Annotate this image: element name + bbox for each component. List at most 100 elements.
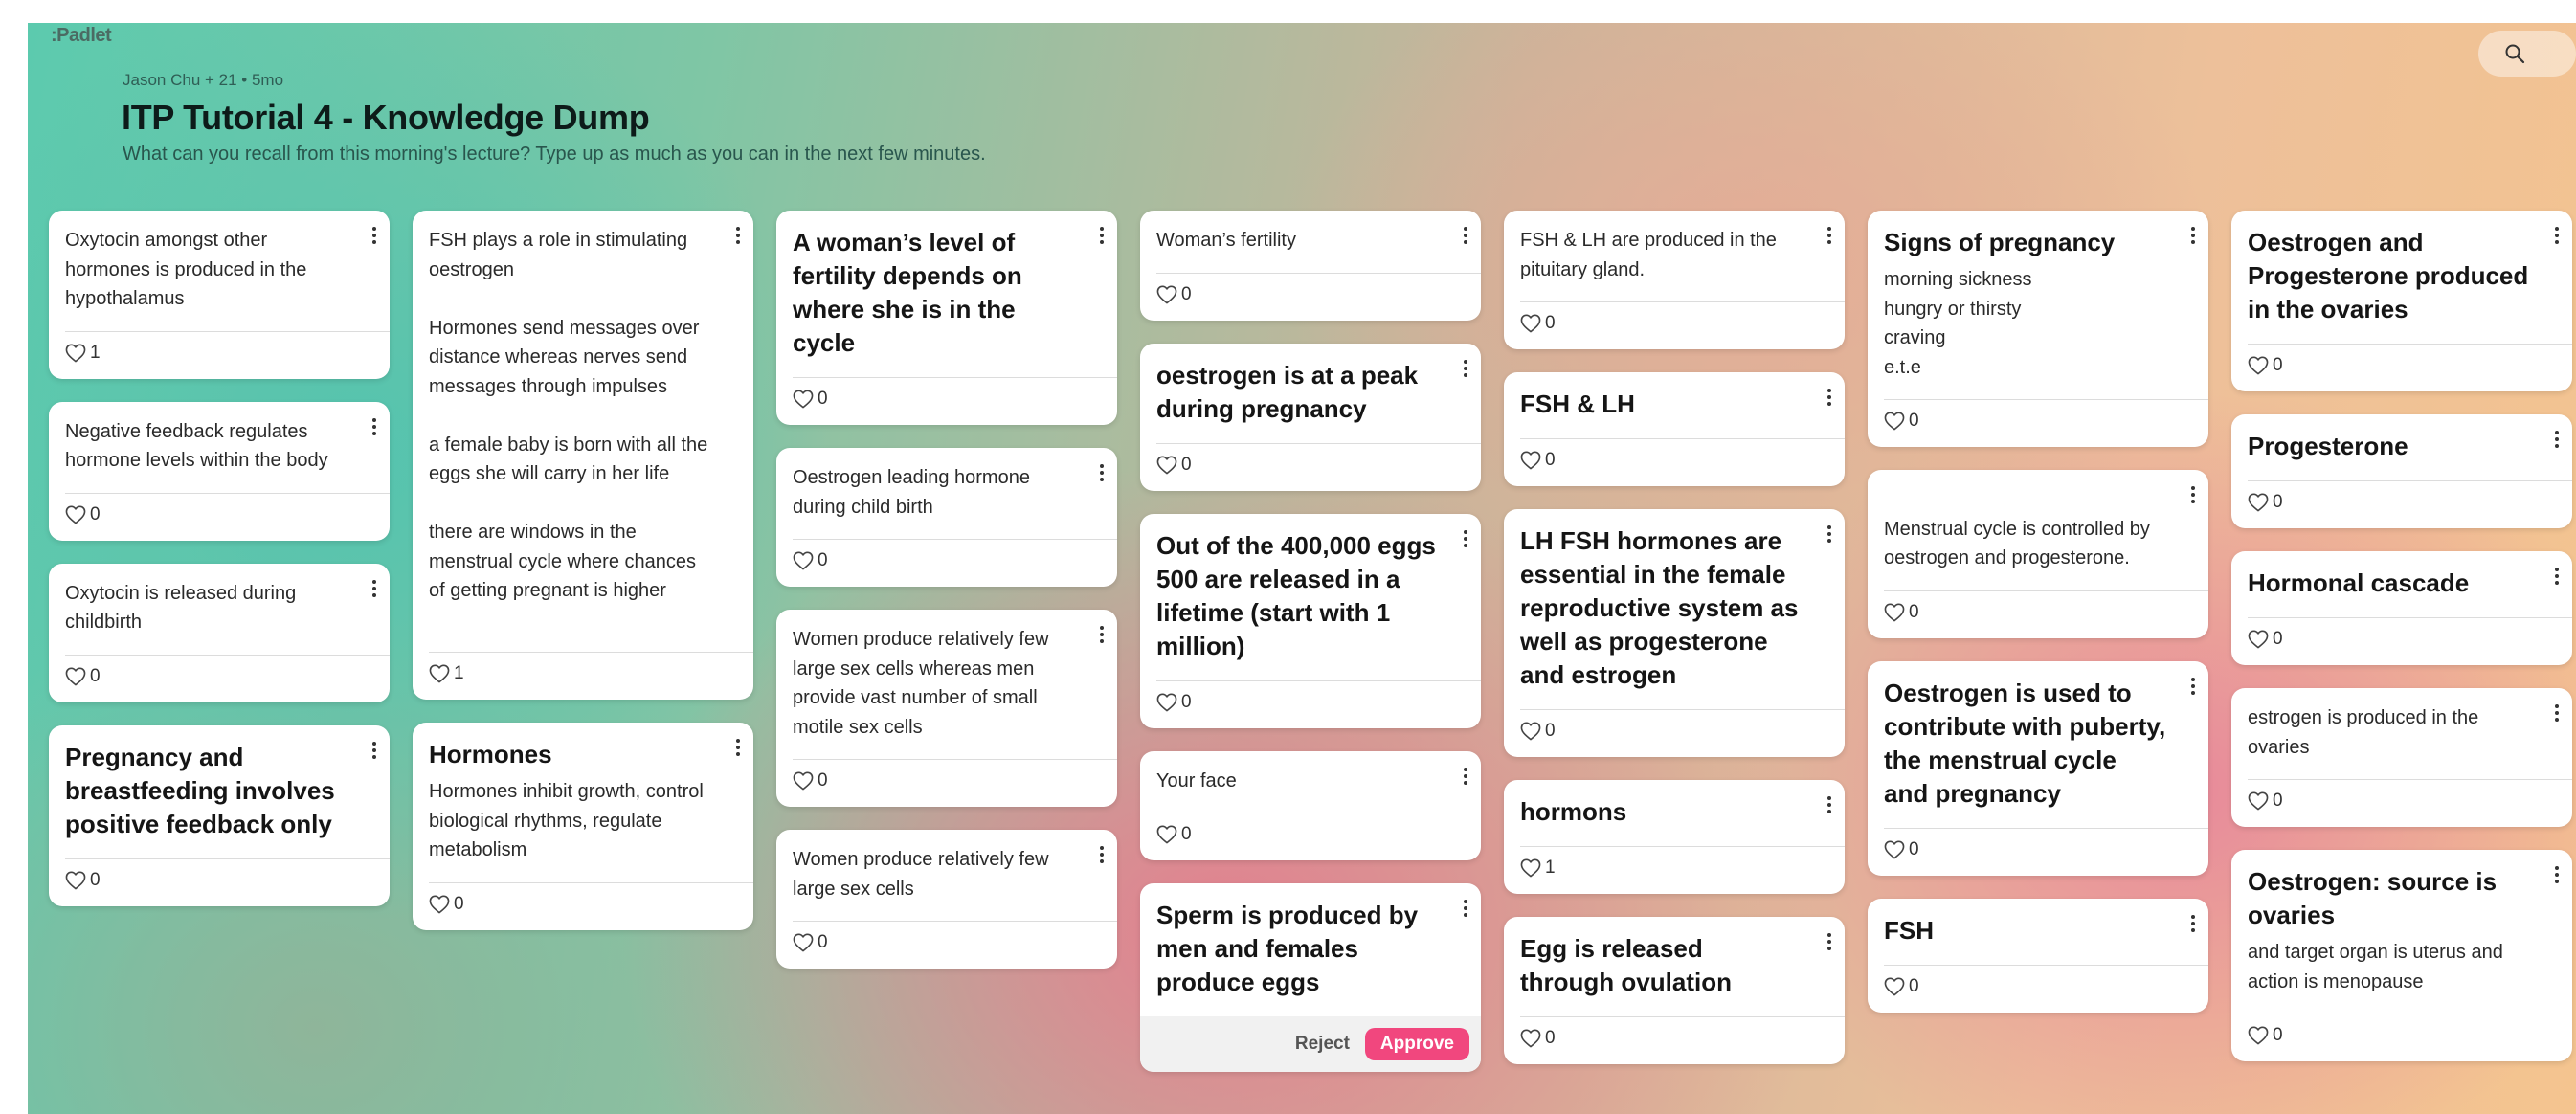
like-button[interactable]: 0 (1504, 1017, 1845, 1064)
more-options-icon[interactable] (1094, 843, 1109, 866)
more-options-icon[interactable] (1458, 527, 1473, 550)
like-button[interactable]: 0 (776, 378, 1117, 425)
more-options-icon[interactable] (1094, 623, 1109, 646)
more-options-icon[interactable] (2549, 224, 2565, 247)
like-button[interactable]: 0 (1504, 710, 1845, 757)
post-card[interactable]: FSH plays a role in stimulating oestroge… (413, 211, 753, 700)
more-options-icon[interactable] (1458, 357, 1473, 380)
like-button[interactable]: 1 (49, 332, 390, 379)
reject-button[interactable]: Reject (1295, 1034, 1350, 1055)
post-card[interactable]: Oxytocin amongst other hormones is produ… (49, 211, 390, 379)
board-title: ITP Tutorial 4 - Knowledge Dump (122, 98, 650, 137)
more-options-icon[interactable] (2185, 224, 2201, 247)
post-card[interactable]: FSH & LH 0 (1504, 372, 1845, 486)
like-button[interactable]: 0 (2231, 780, 2572, 827)
more-options-icon[interactable] (2549, 702, 2565, 724)
like-button[interactable]: 0 (49, 494, 390, 541)
like-button[interactable]: 0 (1140, 813, 1481, 860)
heart-icon (2248, 791, 2269, 811)
like-button[interactable]: 0 (776, 760, 1117, 807)
post-subject: Pregnancy and breastfeeding involves pos… (65, 742, 335, 838)
like-button[interactable]: 0 (2231, 618, 2572, 665)
post-card[interactable]: estrogen is produced in the ovaries 0 (2231, 688, 2572, 827)
like-button[interactable]: 0 (1868, 591, 2208, 638)
post-card[interactable]: oestrogen is at a peak during pregnancy 0 (1140, 343, 1481, 491)
post-card[interactable]: Progesterone 0 (2231, 414, 2572, 528)
post-card[interactable]: Negative feedback regulates hormone leve… (49, 401, 390, 541)
like-button[interactable]: 0 (2231, 1014, 2572, 1061)
more-options-icon[interactable] (367, 224, 382, 247)
post-card[interactable]: Signs of pregnancy morning sickness hungr… (1868, 211, 2208, 447)
like-button[interactable]: 0 (1504, 439, 1845, 486)
like-button[interactable]: 0 (776, 922, 1117, 969)
heart-icon (793, 933, 814, 952)
approve-button[interactable]: Approve (1364, 1028, 1469, 1060)
post-card[interactable]: FSH & LH are produced in the pituitary g… (1504, 211, 1845, 349)
like-count: 0 (2273, 1025, 2283, 1045)
like-button[interactable]: 0 (776, 540, 1117, 587)
like-button[interactable]: 1 (1504, 847, 1845, 894)
like-button[interactable]: 0 (49, 859, 390, 906)
more-options-icon[interactable] (1094, 224, 1109, 247)
like-count: 1 (1545, 858, 1556, 878)
post-card[interactable]: hormons 1 (1504, 780, 1845, 894)
post-subject: oestrogen is at a peak during pregnancy (1156, 360, 1419, 423)
like-button[interactable]: 0 (1868, 829, 2208, 876)
more-options-icon[interactable] (1094, 461, 1109, 484)
post-card[interactable]: LH FSH hormones are essential in the fem… (1504, 509, 1845, 757)
post-card[interactable]: Out of the 400,000 eggs 500 are released… (1140, 513, 1481, 728)
post-card[interactable]: Egg is released through ovulation 0 (1504, 917, 1845, 1064)
more-options-icon[interactable] (367, 577, 382, 600)
more-options-icon[interactable] (2549, 863, 2565, 886)
more-options-icon[interactable] (730, 224, 746, 247)
like-button[interactable]: 0 (49, 656, 390, 702)
post-card[interactable]: Pregnancy and breastfeeding involves pos… (49, 724, 390, 906)
search-button[interactable] (2478, 31, 2576, 77)
post-card[interactable]: A woman’s level of fertility depends on … (776, 211, 1117, 425)
post-card[interactable]: Menstrual cycle is controlled by oestrog… (1868, 470, 2208, 638)
post-card[interactable]: Oestrogen and Progesterone produced in t… (2231, 211, 2572, 391)
post-card[interactable]: Women produce relatively few large sex c… (776, 830, 1117, 969)
more-options-icon[interactable] (1458, 897, 1473, 920)
more-options-icon[interactable] (1822, 793, 1837, 816)
more-options-icon[interactable] (1822, 224, 1837, 247)
post-body: Oxytocin amongst other hormones is produ… (65, 230, 307, 309)
more-options-icon[interactable] (2185, 483, 2201, 506)
more-options-icon[interactable] (1458, 224, 1473, 247)
like-button[interactable]: 0 (1140, 444, 1481, 491)
more-options-icon[interactable] (367, 739, 382, 762)
more-options-icon[interactable] (1458, 765, 1473, 788)
post-card[interactable]: Women produce relatively few large sex c… (776, 610, 1117, 807)
more-options-icon[interactable] (1822, 386, 1837, 409)
like-button[interactable]: 0 (1868, 400, 2208, 447)
post-card[interactable]: Hormones Hormones inhibit growth, control… (413, 723, 753, 930)
post-card[interactable]: Oestrogen leading hormone during child b… (776, 448, 1117, 587)
post-card[interactable]: Oxytocin is released during childbirth 0 (49, 563, 390, 702)
post-card[interactable]: Oestrogen: source is ovaries and target o… (2231, 850, 2572, 1061)
like-button[interactable]: 0 (1140, 274, 1481, 321)
like-button[interactable]: 0 (1504, 302, 1845, 349)
more-options-icon[interactable] (2185, 675, 2201, 698)
more-options-icon[interactable] (2549, 565, 2565, 588)
more-options-icon[interactable] (2549, 428, 2565, 451)
like-button[interactable]: 0 (2231, 345, 2572, 391)
more-options-icon[interactable] (730, 736, 746, 759)
more-options-icon[interactable] (1822, 930, 1837, 953)
like-button[interactable]: 0 (1140, 681, 1481, 728)
heart-icon (2248, 493, 2269, 512)
post-card[interactable]: Your face 0 (1140, 750, 1481, 860)
post-card[interactable]: Sperm is produced by men and females pro… (1140, 883, 1481, 1072)
like-count: 1 (90, 342, 101, 363)
more-options-icon[interactable] (1822, 523, 1837, 546)
post-card[interactable]: Oestrogen is used to contribute with pub… (1868, 660, 2208, 876)
post-card[interactable]: Hormonal cascade 0 (2231, 551, 2572, 665)
more-options-icon[interactable] (2185, 912, 2201, 935)
like-button[interactable]: 0 (413, 883, 753, 930)
padlet-logo[interactable]: :Padlet (51, 25, 112, 47)
more-options-icon[interactable] (367, 415, 382, 438)
post-card[interactable]: FSH 0 (1868, 898, 2208, 1013)
like-button[interactable]: 0 (1868, 966, 2208, 1013)
like-button[interactable]: 0 (2231, 481, 2572, 528)
post-card[interactable]: Woman’s fertility 0 (1140, 211, 1481, 321)
like-button[interactable]: 1 (413, 653, 753, 700)
